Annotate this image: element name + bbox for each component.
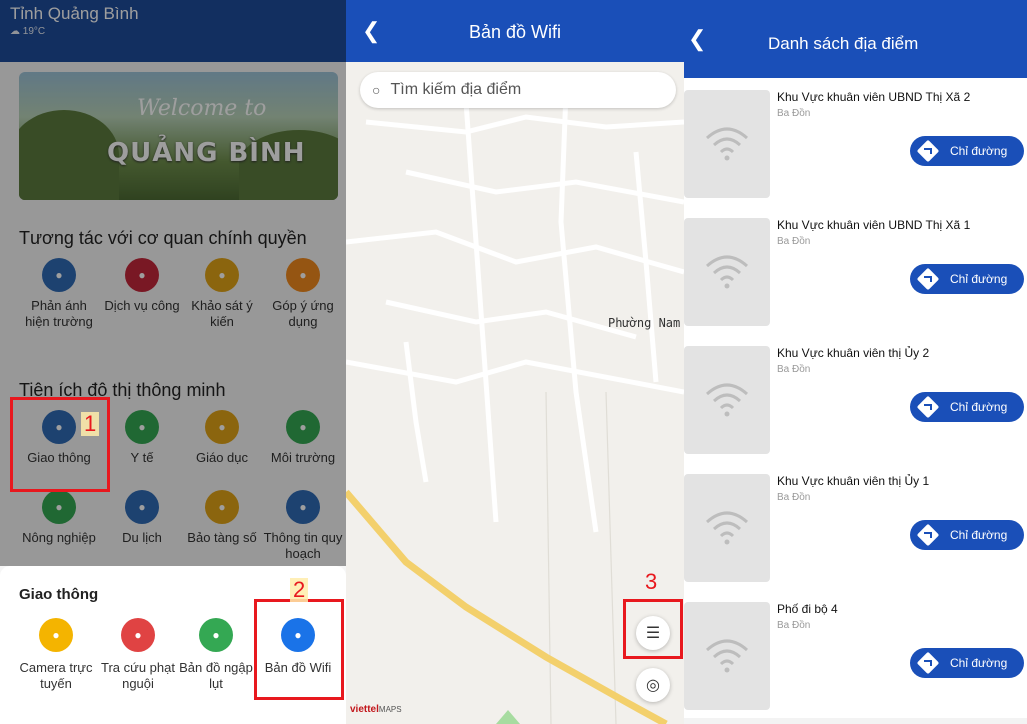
wifi-icon — [705, 511, 749, 545]
location-name: Khu Vực khuân viên thị Ủy 1 — [777, 474, 930, 488]
crosshair-icon: ◎ — [646, 677, 660, 694]
wifi-map-header: ❮ Bản đồ Wifi — [346, 0, 684, 62]
wifi-icon — [705, 255, 749, 289]
directions-label: Chỉ đường — [950, 144, 1008, 158]
directions-button[interactable]: Chỉ đường — [910, 264, 1024, 294]
highlight-wifi-map — [254, 599, 344, 700]
location-name: Khu Vực khuân viên UBND Thị Xã 1 — [777, 218, 971, 232]
directions-button[interactable]: Chỉ đường — [910, 520, 1024, 550]
location-list-header: ❮ Danh sách địa điểm — [684, 0, 1027, 78]
home-screen: Tỉnh Quảng Bình ☁ 19°C Welcome to QUẢNG … — [0, 0, 346, 724]
location-name: Khu Vực khuân viên thị Ủy 2 — [777, 346, 930, 360]
search-placeholder: Tìm kiếm địa điểm — [390, 81, 522, 98]
grid-item-label: Camera trực tuyến — [19, 660, 93, 691]
location-address: Ba Đồn — [777, 108, 811, 119]
grid-item-camera[interactable]: ● Camera trực tuyến — [14, 618, 98, 692]
location-card[interactable]: Phố đi bộ 4 Ba Đồn Chỉ đường — [684, 590, 1027, 718]
viettel-maps-logo: viettelMAPS — [350, 704, 402, 715]
wifi-icon — [705, 383, 749, 417]
flood-icon: ● — [199, 618, 233, 652]
grid-item-label: Bản đồ ngập lụt — [179, 660, 253, 691]
directions-button[interactable]: Chỉ đường — [910, 648, 1024, 678]
direction-arrow-icon — [916, 523, 940, 547]
location-pin-icon: ○ — [372, 82, 381, 98]
wifi-icon — [705, 639, 749, 673]
sheet-title: Giao thông — [19, 586, 99, 603]
location-card[interactable]: Khu Vực khuân viên UBND Thị Xã 2 Ba Đồn Ch… — [684, 78, 1027, 206]
directions-button[interactable]: Chỉ đường — [910, 136, 1024, 166]
location-card[interactable]: Khu Vực khuân viên UBND Thị Xã 1 Ba Đồn Ch… — [684, 206, 1027, 334]
wifi-thumbnail — [684, 346, 770, 454]
directions-label: Chỉ đường — [950, 656, 1008, 670]
step-number-2: 2 — [290, 578, 309, 602]
direction-arrow-icon — [916, 395, 940, 419]
grid-item-label: Tra cứu phạt nguội — [101, 660, 175, 691]
location-name: Khu Vực khuân viên UBND Thị Xã 2 — [777, 90, 971, 104]
directions-label: Chỉ đường — [950, 272, 1008, 286]
location-card[interactable]: Khu Vực khuân viên thị Ủy 2 Ba Đồn Chỉ đườ… — [684, 334, 1027, 462]
location-address: Ba Đồn — [777, 620, 811, 631]
car-icon: ● — [121, 618, 155, 652]
direction-arrow-icon — [916, 651, 940, 675]
back-chevron-icon[interactable]: ❮ — [688, 26, 706, 52]
direction-arrow-icon — [916, 139, 940, 163]
grid-item-flood[interactable]: ● Bản đồ ngập lụt — [174, 618, 258, 692]
location-list-title: Danh sách địa điểm — [768, 34, 919, 53]
grid-item-car[interactable]: ● Tra cứu phạt nguội — [96, 618, 180, 692]
camera-icon: ● — [39, 618, 73, 652]
direction-arrow-icon — [916, 267, 940, 291]
map-area-label: Phường Nam — [608, 316, 681, 330]
step-number-1: 1 — [81, 412, 100, 436]
wifi-thumbnail — [684, 218, 770, 326]
location-address: Ba Đồn — [777, 236, 811, 247]
directions-label: Chỉ đường — [950, 400, 1008, 414]
wifi-thumbnail — [684, 474, 770, 582]
location-search-bar[interactable]: ○ Tìm kiếm địa điểm — [360, 72, 676, 108]
location-address: Ba Đồn — [777, 492, 811, 503]
wifi-map-title: Bản đồ Wifi — [468, 22, 562, 42]
directions-button[interactable]: Chỉ đường — [910, 392, 1024, 422]
highlight-list-button — [623, 599, 683, 659]
location-address: Ba Đồn — [777, 364, 811, 375]
wifi-thumbnail — [684, 602, 770, 710]
location-list-screen: ❮ Danh sách địa điểm Khu Vực khuân viên … — [684, 0, 1027, 724]
my-location-button[interactable]: ◎ — [636, 668, 670, 702]
wifi-map-screen: ❮ Bản đồ Wifi ○ Tìm kiếm địa điểm Phường… — [346, 0, 684, 724]
location-name: Phố đi bộ 4 — [777, 602, 838, 616]
location-card[interactable]: Khu Vực khuân viên thị Ủy 1 Ba Đồn Chỉ đườ… — [684, 462, 1027, 590]
wifi-icon — [705, 127, 749, 161]
wifi-thumbnail — [684, 90, 770, 198]
directions-label: Chỉ đường — [950, 528, 1008, 542]
step-number-3: 3 — [645, 569, 658, 594]
